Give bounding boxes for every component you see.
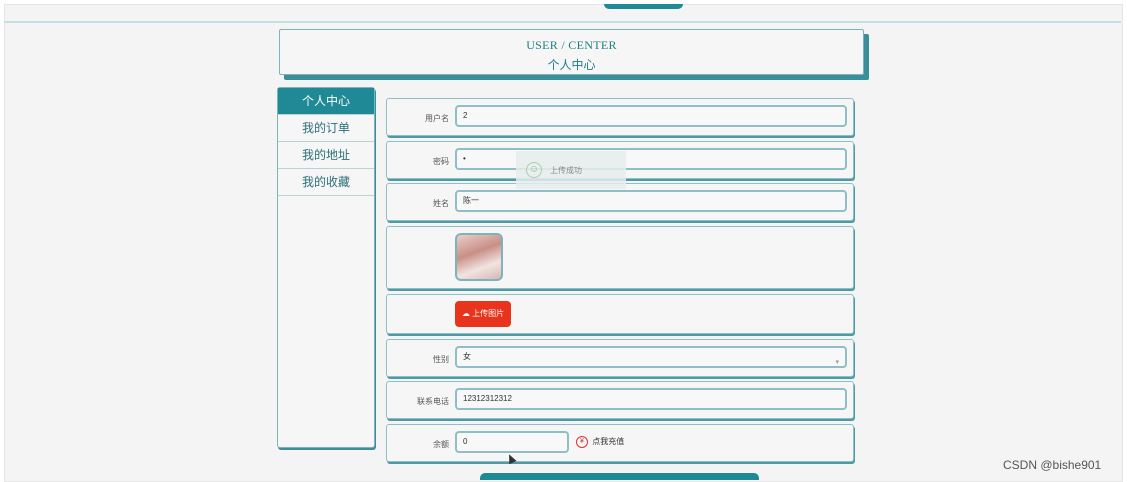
- phone-row: 联系电话 12312312312: [386, 381, 854, 419]
- sidebar-item-favorites[interactable]: 我的收藏: [278, 169, 374, 196]
- gender-row: 性别 女 ▾: [386, 339, 854, 377]
- sidebar-item-orders[interactable]: 我的订单: [278, 115, 374, 142]
- page-header: USER / CENTER 个人中心: [279, 29, 864, 75]
- upload-row: ☁ 上传图片: [386, 294, 854, 334]
- submit-button[interactable]: [480, 473, 759, 480]
- top-nav-tab[interactable]: [604, 4, 683, 9]
- yen-icon: ¥: [576, 436, 588, 448]
- cloud-upload-icon: ☁: [461, 309, 470, 318]
- phone-field[interactable]: 12312312312: [455, 388, 847, 410]
- sidebar: 个人中心 我的订单 我的地址 我的收藏: [277, 87, 375, 448]
- name-field[interactable]: 陈一: [455, 190, 847, 212]
- gender-select[interactable]: 女 ▾: [455, 346, 847, 368]
- avatar-row: [386, 226, 854, 289]
- header-title-cn: 个人中心: [547, 58, 596, 72]
- recharge-link[interactable]: ¥ 点我充值: [576, 436, 624, 448]
- gender-label: 性别: [433, 355, 449, 364]
- upload-button-label: 上传图片: [472, 309, 505, 318]
- balance-label: 余额: [433, 440, 449, 449]
- password-field[interactable]: •: [455, 148, 847, 170]
- balance-row: 余额 0 ¥ 点我充值: [386, 424, 854, 462]
- chevron-down-icon: ▾: [835, 359, 839, 366]
- watermark: CSDN @bishe901: [1003, 458, 1102, 472]
- sidebar-item-user-center[interactable]: 个人中心: [278, 88, 374, 115]
- upload-image-button[interactable]: ☁ 上传图片: [455, 301, 511, 327]
- phone-label: 联系电话: [417, 397, 449, 406]
- avatar: [455, 233, 503, 281]
- sidebar-item-address[interactable]: 我的地址: [278, 142, 374, 169]
- toast-text: 上传成功: [550, 166, 582, 175]
- header-title-en: USER / CENTER: [526, 38, 617, 52]
- username-label: 用户名: [425, 114, 449, 123]
- gender-value: 女: [463, 352, 471, 361]
- username-row: 用户名 2: [386, 98, 854, 136]
- recharge-link-label: 点我充值: [592, 437, 625, 447]
- success-toast: ☺ 上传成功: [516, 151, 626, 189]
- smile-icon: ☺: [526, 162, 542, 178]
- name-label: 姓名: [433, 199, 449, 208]
- username-field[interactable]: 2: [455, 105, 847, 127]
- top-divider: [4, 21, 1121, 23]
- balance-field[interactable]: 0: [455, 431, 569, 453]
- password-label: 密码: [433, 157, 449, 166]
